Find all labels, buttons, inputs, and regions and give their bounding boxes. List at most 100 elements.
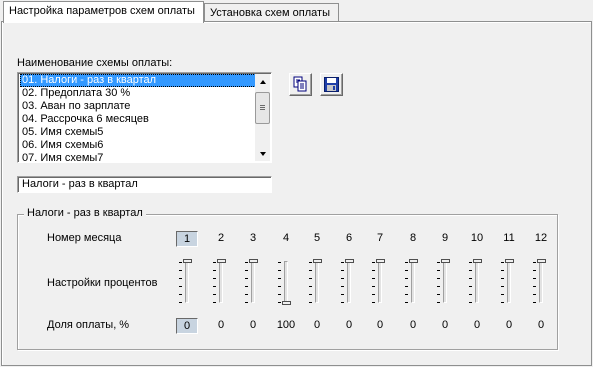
scroll-thumb[interactable]: [255, 92, 270, 124]
slider-tick: [179, 302, 182, 303]
month-number-7: 7: [376, 232, 384, 244]
slider-track: [411, 261, 415, 303]
list-item[interactable]: 02. Предоплата 30 %: [20, 87, 256, 100]
percent-slider-12[interactable]: [531, 257, 549, 307]
slider-tick: [179, 262, 182, 263]
percent-slider-1[interactable]: [177, 257, 195, 307]
percent-slider-10[interactable]: [467, 257, 485, 307]
month-number-5: 5: [313, 232, 321, 244]
percent-slider-4[interactable]: [276, 257, 294, 307]
month-number-8: 8: [409, 232, 417, 244]
slider-tick: [501, 262, 504, 263]
payment-share-10: 0: [473, 319, 481, 331]
list-item[interactable]: 01. Налоги - раз в квартал: [20, 74, 256, 87]
slider-thumb[interactable]: [473, 259, 482, 263]
payment-share-6: 0: [345, 319, 353, 331]
slider-tick: [405, 262, 408, 263]
payment-share-3: 0: [249, 319, 257, 331]
tab-scheme-assignment[interactable]: Установка схем оплаты: [204, 3, 339, 22]
arrow-down-icon: [259, 151, 266, 156]
percent-slider-9[interactable]: [435, 257, 453, 307]
slider-track: [315, 261, 319, 303]
slider-tick: [533, 286, 536, 287]
slider-tick: [437, 294, 440, 295]
percent-slider-8[interactable]: [403, 257, 421, 307]
scroll-down-button[interactable]: [255, 146, 270, 161]
slider-tick: [278, 294, 281, 295]
slider-tick: [533, 294, 536, 295]
slider-thumb[interactable]: [183, 259, 192, 263]
slider-tick: [501, 278, 504, 279]
tab-bar: Настройка параметров схем оплаты Установ…: [0, 0, 593, 23]
slider-tick: [405, 270, 408, 271]
save-scheme-button[interactable]: [320, 73, 343, 96]
tab-scheme-settings[interactable]: Настройка параметров схем оплаты: [3, 1, 204, 23]
percent-slider-5[interactable]: [307, 257, 325, 307]
slider-tick: [245, 302, 248, 303]
month-number-1: 1: [176, 231, 198, 247]
slider-tick: [372, 262, 375, 263]
percent-slider-2[interactable]: [211, 257, 229, 307]
slider-tick: [278, 302, 281, 303]
slider-track: [347, 261, 351, 303]
copy-icon: [293, 76, 307, 92]
slider-tick: [501, 286, 504, 287]
slider-tick: [341, 262, 344, 263]
slider-tick: [437, 270, 440, 271]
slider-thumb[interactable]: [313, 259, 322, 263]
slider-tick: [533, 262, 536, 263]
list-scrollbar[interactable]: [255, 74, 270, 161]
slider-tick: [469, 270, 472, 271]
slider-track: [443, 261, 447, 303]
slider-tick: [469, 278, 472, 279]
slider-tick: [405, 302, 408, 303]
payment-share-12: 0: [537, 319, 545, 331]
list-item[interactable]: 04. Рассрочка 6 месяцев: [20, 113, 256, 126]
slider-thumb[interactable]: [282, 301, 291, 305]
slider-thumb[interactable]: [505, 259, 514, 263]
slider-tick: [341, 286, 344, 287]
slider-tick: [309, 278, 312, 279]
slider-tick: [437, 286, 440, 287]
slider-thumb[interactable]: [441, 259, 450, 263]
month-number-10: 10: [470, 232, 484, 244]
payment-share-11: 0: [505, 319, 513, 331]
slider-tick: [437, 278, 440, 279]
slider-thumb[interactable]: [345, 259, 354, 263]
slider-track: [539, 261, 543, 303]
slider-tick: [245, 286, 248, 287]
slider-tick: [179, 294, 182, 295]
slider-thumb[interactable]: [249, 259, 258, 263]
slider-tick: [213, 294, 216, 295]
slider-tick: [309, 262, 312, 263]
list-item[interactable]: 05. Имя схемы5: [20, 126, 256, 139]
scroll-up-button[interactable]: [255, 74, 270, 89]
slider-thumb[interactable]: [409, 259, 418, 263]
month-number-9: 9: [441, 232, 449, 244]
scheme-listbox[interactable]: 01. Налоги - раз в квартал 02. Предоплат…: [17, 72, 272, 163]
copy-scheme-button[interactable]: [289, 73, 312, 96]
slider-tick: [405, 294, 408, 295]
list-item[interactable]: 06. Имя схемы6: [20, 139, 256, 152]
slider-tick: [278, 270, 281, 271]
percent-slider-7[interactable]: [370, 257, 388, 307]
slider-track: [284, 261, 288, 303]
slider-tick: [469, 302, 472, 303]
percent-slider-6[interactable]: [339, 257, 357, 307]
slider-tick: [213, 302, 216, 303]
scheme-name-input[interactable]: Налоги - раз в квартал: [17, 176, 272, 193]
percent-slider-3[interactable]: [243, 257, 261, 307]
slider-tick: [278, 262, 281, 263]
slider-thumb[interactable]: [537, 259, 546, 263]
slider-thumb[interactable]: [376, 259, 385, 263]
slider-tick: [213, 262, 216, 263]
list-item[interactable]: 07. Имя схемы7: [20, 152, 256, 162]
list-item[interactable]: 03. Аван по зарплате: [20, 100, 256, 113]
slider-tick: [501, 270, 504, 271]
percent-slider-11[interactable]: [499, 257, 517, 307]
slider-tick: [179, 286, 182, 287]
slider-tick: [341, 302, 344, 303]
slider-track: [507, 261, 511, 303]
slider-thumb[interactable]: [217, 259, 226, 263]
month-number-11: 11: [503, 232, 515, 244]
